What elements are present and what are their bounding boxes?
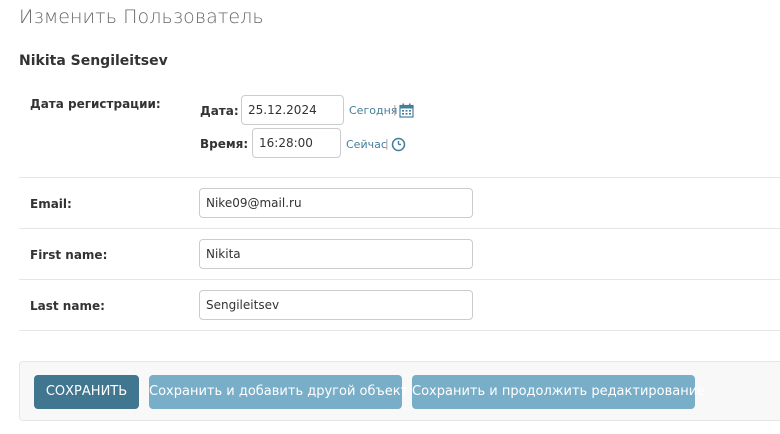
- save-button[interactable]: СОХРАНИТЬ: [34, 375, 139, 409]
- calendar-icon[interactable]: [399, 103, 414, 122]
- row-divider: [19, 177, 780, 178]
- email-label: Email:: [30, 197, 72, 211]
- time-input[interactable]: [252, 128, 341, 158]
- date-joined-label: Дата регистрации:: [30, 97, 161, 111]
- row-divider: [19, 279, 780, 280]
- save-and-add-another-button[interactable]: Сохранить и добавить другой объект: [149, 375, 408, 409]
- object-name-heading: Nikita Sengileitsev: [19, 53, 168, 69]
- date-label: Дата:: [200, 104, 239, 118]
- last-name-label: Last name:: [30, 299, 105, 313]
- last-name-field[interactable]: [199, 290, 473, 320]
- today-link[interactable]: Сегодня: [349, 104, 397, 117]
- today-separator: |: [393, 103, 397, 116]
- first-name-label: First name:: [30, 248, 108, 262]
- first-name-field[interactable]: [199, 239, 473, 269]
- row-divider: [19, 228, 780, 229]
- date-input[interactable]: [241, 95, 344, 125]
- page-title: Изменить Пользователь: [19, 6, 264, 28]
- email-field[interactable]: [199, 188, 473, 218]
- now-link[interactable]: Сейчас: [346, 138, 387, 151]
- row-divider: [19, 330, 780, 331]
- time-label: Время:: [200, 137, 249, 151]
- clock-icon[interactable]: [391, 137, 406, 156]
- now-separator: |: [385, 137, 389, 150]
- submit-row: СОХРАНИТЬ Сохранить и добавить другой об…: [19, 361, 780, 421]
- save-and-continue-button[interactable]: Сохранить и продолжить редактирование: [412, 375, 705, 409]
